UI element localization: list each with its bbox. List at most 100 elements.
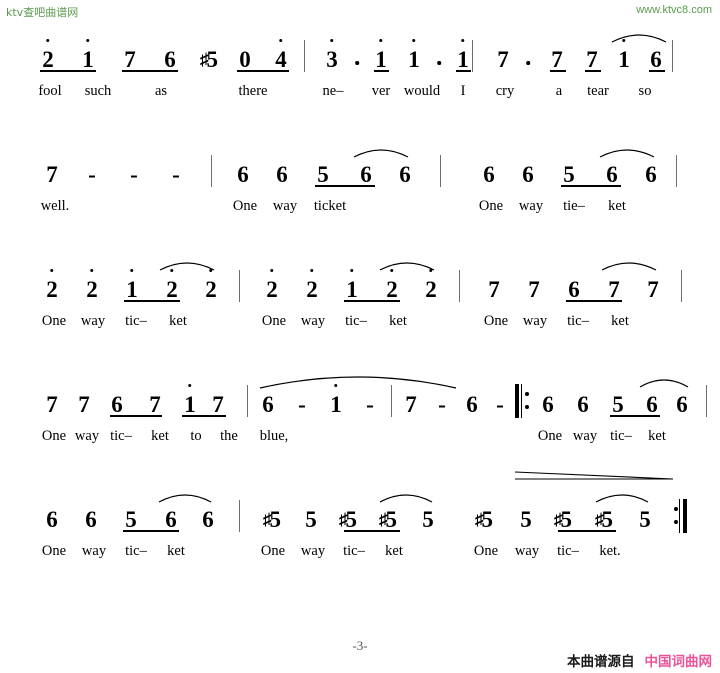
note: 6 (577, 392, 589, 417)
source-label: 本曲谱源自 (567, 654, 635, 670)
note: 5 (422, 507, 434, 532)
lyric: tic– (110, 428, 132, 444)
slur (157, 490, 213, 504)
lyric: One (41, 313, 67, 329)
note: 7 (647, 277, 659, 302)
barline (239, 270, 241, 302)
lyric: ket (167, 543, 185, 559)
note: 1 (618, 39, 630, 72)
beam (122, 70, 178, 72)
slur (598, 145, 656, 159)
barline (440, 155, 442, 187)
lyric: tic– (567, 313, 589, 329)
lyric: One (261, 313, 287, 329)
lyric: One (478, 198, 504, 214)
barline (304, 40, 306, 72)
lyric: fool (38, 83, 62, 99)
barline (239, 500, 241, 532)
lyric: the (220, 428, 238, 444)
lyric: way (81, 543, 107, 559)
note: 2 (425, 269, 437, 302)
lyric: way (514, 543, 540, 559)
barline (247, 385, 249, 417)
lyric: ticket (313, 198, 347, 214)
lyric: cry (495, 83, 515, 99)
lyric: tic– (345, 313, 367, 329)
beam (649, 70, 665, 72)
lyric: One (41, 543, 67, 559)
note: 1 (126, 269, 138, 302)
sustain-dash: - (438, 392, 446, 417)
score-system-1: 2 1 7 6 ♯5 0 4 fool such as there 3 1 1 … (0, 26, 720, 141)
slur (158, 258, 216, 272)
lyric: tic– (125, 543, 147, 559)
note: 7 (586, 47, 598, 72)
barline (676, 155, 678, 187)
note: 2 (42, 39, 54, 72)
lyric: ket (648, 428, 666, 444)
sustain-dash: - (88, 162, 96, 187)
note: 6 (522, 162, 534, 187)
beam (561, 185, 621, 187)
note: 1 (408, 39, 420, 72)
lyric: ket (151, 428, 169, 444)
beam (344, 530, 400, 532)
slur (600, 258, 658, 272)
barline (211, 155, 213, 187)
lyric: way (300, 543, 326, 559)
lyric: way (74, 428, 100, 444)
score-system-2: 7 - - - well. 6 6 5 6 6 One way ticket 6… (0, 141, 720, 256)
note-sharp: ♯5 (339, 507, 357, 532)
lyric: One (537, 428, 563, 444)
note-sharp: ♯5 (200, 47, 218, 72)
note: 5 (125, 507, 137, 532)
lyric: ne– (322, 83, 344, 99)
note: 7 (149, 392, 161, 417)
music-score: 2 1 7 6 ♯5 0 4 fool such as there 3 1 1 … (0, 26, 720, 601)
lyric: blue, (259, 428, 289, 444)
note: 2 (306, 269, 318, 302)
beam (558, 530, 616, 532)
beam (124, 300, 180, 302)
note: 7 (78, 392, 90, 417)
note: 6 (276, 162, 288, 187)
lyric: tie– (563, 198, 585, 214)
lyric: so (638, 83, 652, 99)
note: 6 (568, 277, 580, 302)
lyric: ket (611, 313, 629, 329)
note: 6 (466, 392, 478, 417)
lyric: there (238, 83, 268, 99)
note: 1 (457, 39, 469, 72)
note: 7 (528, 277, 540, 302)
note: 6 (164, 47, 176, 72)
note: 6 (399, 162, 411, 187)
source-site-link[interactable]: 中国词曲网 (645, 654, 713, 670)
note: 4 (275, 39, 287, 72)
lyric: way (522, 313, 548, 329)
lyric: ket (608, 198, 626, 214)
lyric: One (483, 313, 509, 329)
note: 6 (202, 507, 214, 532)
barline (706, 385, 708, 417)
barline (681, 270, 683, 302)
sustain-dash: - (366, 392, 374, 417)
beam (315, 185, 375, 187)
beam (550, 70, 566, 72)
note: 1 (184, 384, 196, 417)
note: 7 (488, 277, 500, 302)
lyric: One (473, 543, 499, 559)
diminuendo-hairpin (514, 471, 675, 485)
note: 7 (497, 47, 509, 72)
lyric: tic– (343, 543, 365, 559)
lyric: way (572, 428, 598, 444)
note: 6 (676, 392, 688, 417)
slur (378, 490, 434, 504)
watermark-right: www.ktvc8.com (636, 4, 712, 16)
note-rest: 0 (239, 47, 251, 72)
note: 7 (405, 392, 417, 417)
note: 6 (262, 392, 274, 417)
lyric: a (555, 83, 563, 99)
lyric: way (272, 198, 298, 214)
note: 2 (166, 269, 178, 302)
augmentation-dot (526, 61, 530, 65)
